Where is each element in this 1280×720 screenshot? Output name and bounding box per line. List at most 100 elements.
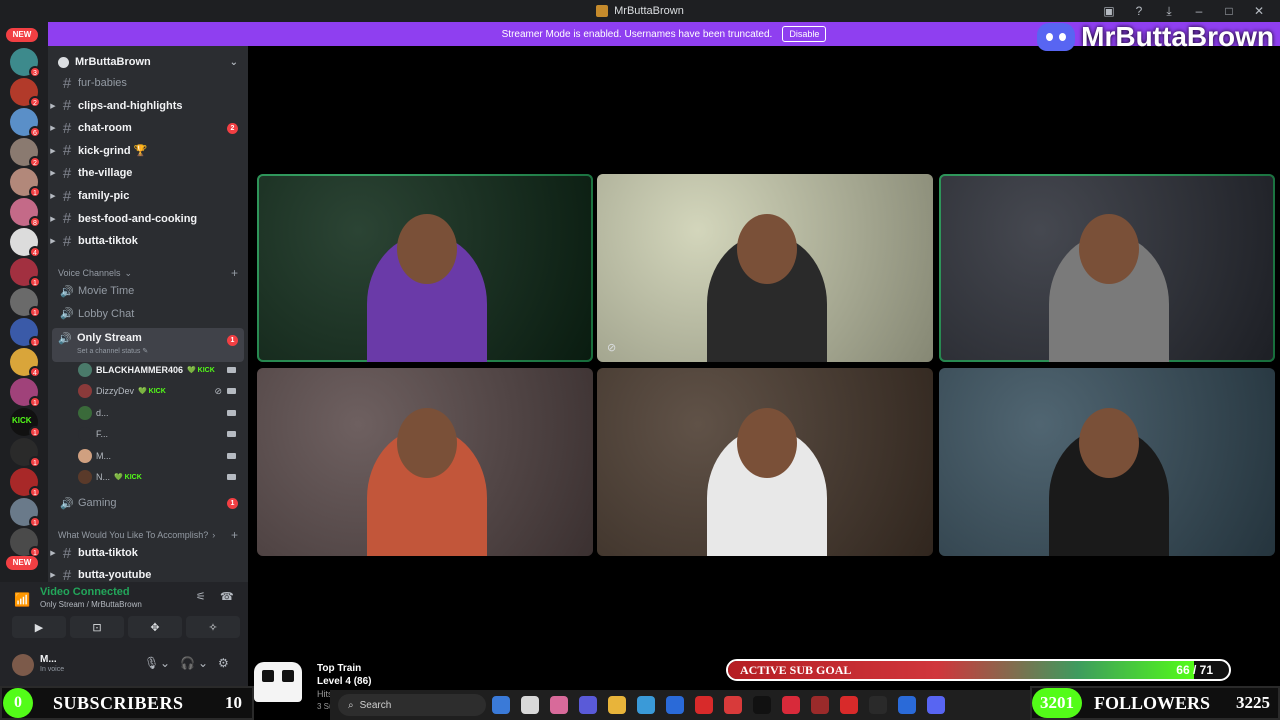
- taskbar-app-icon[interactable]: [637, 696, 655, 714]
- server-icon[interactable]: 1: [10, 288, 41, 318]
- channel-status[interactable]: Set a channel status ✎: [77, 347, 148, 355]
- server-icon[interactable]: 1 KICK: [10, 408, 41, 438]
- server-icon[interactable]: 1: [10, 438, 41, 468]
- taskbar-app-icon[interactable]: [666, 696, 684, 714]
- text-channel[interactable]: ▶ # the-village: [48, 162, 248, 184]
- text-channel[interactable]: ▶ # butta-youtube: [48, 564, 248, 583]
- avatar[interactable]: [12, 654, 34, 676]
- voice-member[interactable]: M...: [78, 446, 242, 466]
- video-tile[interactable]: [939, 174, 1275, 362]
- taskbar-app-icon[interactable]: [840, 696, 858, 714]
- text-channel[interactable]: ▶ # clips-and-highlights: [48, 95, 248, 117]
- taskbar-app-icon[interactable]: [898, 696, 916, 714]
- voice-channel-only-stream[interactable]: 🔊 Only Stream Set a channel status ✎ 1: [52, 328, 244, 362]
- chevron-down-icon[interactable]: ⌄: [230, 57, 238, 68]
- taskbar-app-icon[interactable]: [927, 696, 945, 714]
- camera-icon: [227, 388, 236, 395]
- text-channel[interactable]: # fur-babies: [48, 72, 248, 94]
- text-channel[interactable]: ▶ # butta-tiktok: [48, 230, 248, 252]
- taskbar-app-icon[interactable]: [550, 696, 568, 714]
- voice-member[interactable]: F...: [78, 424, 242, 444]
- gear-icon[interactable]: ⚙: [218, 656, 229, 670]
- server-icon[interactable]: 1: [10, 498, 41, 528]
- voice-status-subtitle[interactable]: Only Stream / MrButtaBrown: [40, 600, 142, 609]
- participant-head: [1079, 408, 1139, 478]
- server-icon[interactable]: 2: [10, 78, 41, 108]
- voice-member[interactable]: DizzyDev 💚 KICK ⊘: [78, 381, 242, 401]
- window-control-2[interactable]: ⤓: [1154, 4, 1184, 19]
- video-tile[interactable]: ⊘: [597, 174, 933, 362]
- taskbar-app-icon[interactable]: [492, 696, 510, 714]
- server-icon[interactable]: 2: [10, 138, 41, 168]
- server-icon[interactable]: 3: [10, 48, 41, 78]
- server-icon[interactable]: 1: [10, 258, 41, 288]
- taskbar-search[interactable]: ⌕ Search: [338, 694, 486, 716]
- voice-channel[interactable]: 🔊 Movie Time: [48, 280, 248, 302]
- voice-channel[interactable]: 🔊 Lobby Chat: [48, 303, 248, 325]
- microphone-icon[interactable]: 🎙: [144, 656, 159, 670]
- taskbar-app-icon[interactable]: [811, 696, 829, 714]
- server-icon[interactable]: 8: [10, 198, 41, 228]
- taskbar-app-icon[interactable]: [753, 696, 771, 714]
- text-channel[interactable]: ▶ # chat-room 2: [48, 117, 248, 139]
- followers-counter: 3201 FOLLOWERS 3225: [1030, 686, 1280, 720]
- taskbar-app-icon[interactable]: [608, 696, 626, 714]
- window-control-0[interactable]: ▣: [1094, 4, 1124, 18]
- voice-member[interactable]: d...: [78, 403, 242, 423]
- server-icon[interactable]: 6: [10, 108, 41, 138]
- text-channel[interactable]: ▶ # kick-grind 🏆: [48, 140, 248, 162]
- server-icon[interactable]: 4: [10, 228, 41, 258]
- participant-head: [397, 408, 457, 478]
- chevron-down-icon[interactable]: ⌄: [198, 656, 208, 670]
- text-channel[interactable]: ▶ # best-food-and-cooking: [48, 208, 248, 230]
- soundboard-button[interactable]: ✧: [186, 616, 240, 638]
- server-rail: NEW 3 2 6 2 1 8 4 1 1 1 4 1 1 KICK 1 1 1 1 NEW: [0, 22, 48, 582]
- screen-share-button[interactable]: ⊡: [70, 616, 124, 638]
- video-tile[interactable]: [597, 368, 933, 556]
- server-icon[interactable]: 1: [10, 378, 41, 408]
- disconnect-icon[interactable]: ☎: [220, 590, 234, 603]
- add-voice-channel-icon[interactable]: +: [231, 266, 238, 280]
- activities-button[interactable]: ✥: [128, 616, 182, 638]
- taskbar-app-icon[interactable]: [869, 696, 887, 714]
- voice-channels-label: Voice Channels: [58, 268, 121, 278]
- server-icon[interactable]: 1: [10, 468, 41, 498]
- channel-name: family-pic: [78, 190, 130, 202]
- taskbar-app-icon[interactable]: [521, 696, 539, 714]
- text-channel[interactable]: ▶ # butta-tiktok: [48, 542, 248, 564]
- server-icon[interactable]: 1: [10, 528, 41, 558]
- noise-suppression-icon[interactable]: ⚟: [196, 590, 206, 603]
- taskbar: ⌕ Search: [330, 690, 1030, 720]
- window-control-3[interactable]: –: [1184, 4, 1214, 18]
- server-icon[interactable]: 1: [10, 318, 41, 348]
- taskbar-app-icon[interactable]: [724, 696, 742, 714]
- video-tile[interactable]: [257, 368, 593, 556]
- taskbar-app-icon[interactable]: [782, 696, 800, 714]
- voice-channel-gaming[interactable]: 🔊 Gaming 1: [48, 492, 248, 514]
- server-icon[interactable]: 4: [10, 348, 41, 378]
- window-control-5[interactable]: ✕: [1244, 4, 1274, 18]
- headphones-icon[interactable]: 🎧: [180, 656, 195, 670]
- server-badge: 1: [29, 516, 41, 528]
- server-icon[interactable]: 1: [10, 168, 41, 198]
- camera-button[interactable]: ▶: [12, 616, 66, 638]
- text-channel[interactable]: ▶ # family-pic: [48, 185, 248, 207]
- window-control-1[interactable]: ?: [1124, 4, 1154, 18]
- taskbar-app-icon[interactable]: [579, 696, 597, 714]
- voice-member[interactable]: BLACKHAMMER406 💚 KICK: [78, 360, 242, 380]
- window-controls: ▣? ⤓ – □ ✕: [1094, 0, 1274, 22]
- chevron-down-icon[interactable]: ⌄: [160, 656, 170, 670]
- window-control-4[interactable]: □: [1214, 4, 1244, 18]
- server-badge: 1: [29, 486, 41, 498]
- video-tile[interactable]: [257, 174, 593, 362]
- voice-member[interactable]: N... 💚 KICK: [78, 467, 242, 487]
- speaker-icon: 🔊: [60, 285, 74, 298]
- video-tile[interactable]: [939, 368, 1275, 556]
- accomplish-category-header[interactable]: What Would You Like To Accomplish? › +: [58, 528, 238, 542]
- add-channel-icon[interactable]: +: [231, 528, 238, 542]
- disable-streamer-mode-button[interactable]: Disable: [782, 26, 827, 42]
- avatar: [78, 384, 92, 399]
- participant-head: [1079, 214, 1139, 284]
- voice-channels-header[interactable]: Voice Channels ⌄ +: [58, 266, 238, 280]
- taskbar-app-icon[interactable]: [695, 696, 713, 714]
